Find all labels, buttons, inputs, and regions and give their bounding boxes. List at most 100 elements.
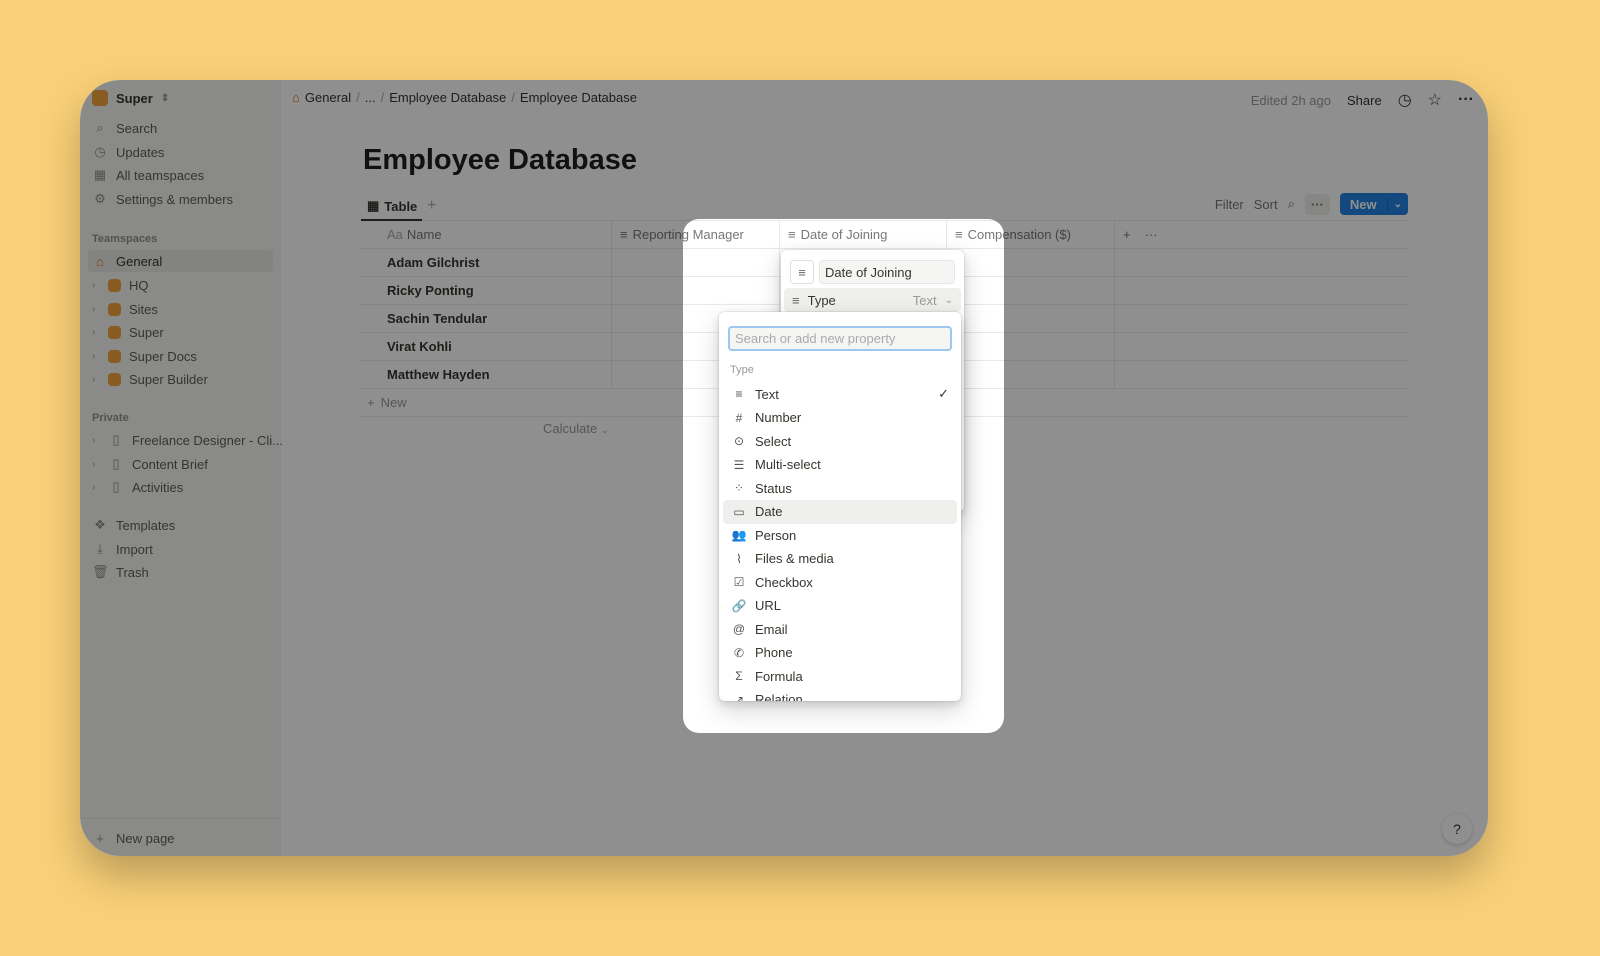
type-option-phone[interactable]: ✆ Phone	[723, 641, 957, 665]
cell-compensation[interactable]	[947, 305, 1115, 332]
chevron-down-icon[interactable]: ⌄	[1386, 198, 1408, 210]
label: Trash	[116, 564, 149, 580]
column-compensation[interactable]: ≡ Compensation ($)	[947, 221, 1115, 248]
filter-button[interactable]: Filter	[1215, 197, 1244, 212]
property-search-input[interactable]: Search or add new property	[728, 326, 952, 351]
edited-status: Edited 2h ago	[1250, 92, 1331, 108]
templates-icon: ❖	[94, 517, 106, 532]
breadcrumb-item[interactable]: ...	[365, 90, 376, 105]
text-lines-icon: ≡	[955, 227, 963, 242]
sidebar-item-general[interactable]: ⌂ General	[88, 250, 273, 272]
workspace-switcher[interactable]: Super ⇕	[92, 87, 169, 109]
star-icon[interactable]: ☆	[1428, 90, 1442, 110]
sidebar-item-updates[interactable]: ◷ Updates	[92, 141, 164, 163]
cell-reporting-manager[interactable]	[612, 277, 780, 304]
add-view-icon[interactable]: +	[427, 197, 436, 215]
sidebar-item-sites[interactable]: › Sites	[92, 298, 158, 320]
chevron-right-icon: ›	[92, 373, 96, 385]
share-button[interactable]: Share	[1347, 93, 1382, 108]
type-option-files-media[interactable]: ⌇ Files & media	[723, 547, 957, 571]
tab-table[interactable]: ▦ Table	[361, 193, 422, 221]
sidebar-item-super[interactable]: › Super	[92, 321, 164, 343]
chevron-right-icon: ›	[92, 303, 96, 315]
option-label: Date	[755, 504, 783, 519]
label: Freelance Designer - Cli...	[132, 432, 283, 448]
type-option-text[interactable]: ≡ Text ✓	[723, 382, 957, 406]
new-page-button[interactable]: + New page	[92, 827, 174, 849]
sort-button[interactable]: Sort	[1254, 197, 1278, 212]
teamspace-icon	[108, 349, 121, 363]
breadcrumb-item[interactable]: General	[305, 90, 351, 105]
option-label: Person	[755, 527, 797, 543]
column-reporting-manager[interactable]: ≡ Reporting Manager	[612, 221, 780, 248]
checkbox-icon: ☑	[733, 575, 745, 589]
arrow-up-right-icon: ↗	[733, 692, 745, 702]
sidebar-item-import[interactable]: ⤓ Import	[92, 538, 153, 560]
select-icon: ⊙	[733, 434, 745, 448]
column-label: Compensation ($)	[967, 227, 1071, 242]
sidebar-item-freelance[interactable]: › ▯ Freelance Designer - Cli...	[92, 429, 283, 451]
column-name[interactable]: Aa Name	[361, 221, 612, 248]
cell-reporting-manager[interactable]	[612, 249, 780, 276]
search-icon[interactable]: ⌕	[1288, 196, 1295, 212]
help-button[interactable]: ?	[1442, 814, 1472, 844]
sidebar-item-activities[interactable]: › ▯ Activities	[92, 476, 183, 498]
cell-compensation[interactable]	[947, 333, 1115, 360]
table-icon: ▦	[367, 198, 380, 213]
label: Activities	[132, 479, 184, 495]
cell-name[interactable]: Ricky Ponting	[361, 277, 612, 304]
sidebar-item-content-brief[interactable]: › ▯ Content Brief	[92, 453, 208, 475]
label: Settings & members	[116, 191, 234, 207]
type-option-select[interactable]: ⊙ Select	[723, 429, 957, 453]
sidebar-item-settings[interactable]: ⚙ Settings & members	[92, 188, 233, 210]
column-date-of-joining[interactable]: ≡ Date of Joining	[780, 221, 947, 248]
label: Sites	[129, 301, 158, 317]
option-label: Files & media	[755, 551, 834, 566]
more-icon[interactable]: ···	[1304, 193, 1330, 215]
type-option-status[interactable]: ⁘ Status	[723, 476, 957, 500]
type-option-formula[interactable]: Σ Formula	[723, 664, 957, 688]
cell-name[interactable]: Virat Kohli	[361, 333, 612, 360]
clock-icon[interactable]: ◷	[1398, 90, 1412, 110]
type-option-number[interactable]: # Number	[723, 406, 957, 430]
sidebar-item-super-docs[interactable]: › Super Docs	[92, 345, 197, 367]
sidebar-item-all-teamspaces[interactable]: ▦ All teamspaces	[92, 164, 204, 186]
section-private: Private	[92, 412, 129, 424]
type-option-person[interactable]: 👥 Person	[723, 523, 957, 547]
new-button[interactable]: New ⌄	[1339, 193, 1408, 215]
type-option-checkbox[interactable]: ☑ Checkbox	[723, 570, 957, 594]
cell-name[interactable]: Sachin Tendular	[361, 305, 612, 332]
more-icon[interactable]: ···	[1458, 91, 1474, 109]
cell-name[interactable]: Matthew Hayden	[361, 361, 612, 388]
page-icon: ▯	[112, 432, 120, 447]
label: Templates	[116, 517, 176, 533]
cell-name[interactable]: Adam Gilchrist	[361, 249, 612, 276]
property-icon-button[interactable]: ≡	[790, 260, 814, 284]
type-option-email[interactable]: @ Email	[723, 617, 957, 641]
more-icon[interactable]: ···	[1145, 227, 1158, 242]
breadcrumb-item[interactable]: Employee Database	[520, 90, 637, 105]
property-type-row[interactable]: ≡ Type Text ⌄	[784, 288, 961, 312]
cell-compensation[interactable]	[947, 249, 1115, 276]
sidebar-item-hq[interactable]: › HQ	[92, 274, 149, 296]
calculate-button[interactable]: Calculate ⌄	[543, 421, 608, 436]
column-actions: + ···	[1115, 221, 1175, 248]
property-name-input[interactable]: Date of Joining	[819, 260, 955, 284]
sidebar-item-trash[interactable]: 🗑 Trash	[92, 561, 149, 583]
type-option-relation[interactable]: ↗ Relation	[723, 688, 957, 702]
text-type-icon: Aa	[387, 227, 403, 242]
breadcrumb-item[interactable]: Employee Database	[389, 90, 506, 105]
type-option-url[interactable]: 🔗 URL	[723, 594, 957, 618]
cell-compensation[interactable]	[947, 277, 1115, 304]
label: Super	[129, 324, 164, 340]
add-column-icon[interactable]: +	[1123, 227, 1131, 242]
option-label: Formula	[755, 668, 803, 684]
sidebar-item-super-builder[interactable]: › Super Builder	[92, 368, 208, 390]
type-option-multi-select[interactable]: ☰ Multi-select	[723, 453, 957, 477]
type-option-date[interactable]: ▭ Date	[723, 499, 957, 524]
cell-compensation[interactable]	[947, 361, 1115, 388]
sidebar-item-templates[interactable]: ❖ Templates	[92, 514, 175, 536]
sidebar-item-search[interactable]: ⌕ Search	[92, 117, 157, 139]
app-window: Super ⇕ ⌕ Search ◷ Updates ▦ All teamspaces…	[80, 80, 1488, 856]
link-icon: 🔗	[731, 598, 747, 613]
